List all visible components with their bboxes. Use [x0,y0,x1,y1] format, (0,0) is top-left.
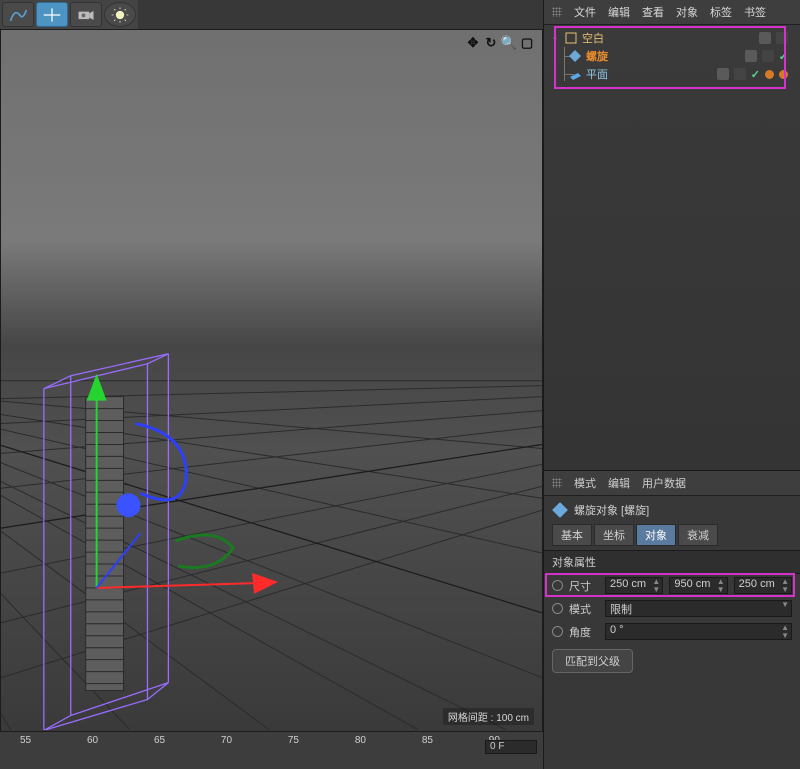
tab-falloff[interactable]: 衰减 [678,524,718,546]
section-object-props: 对象属性 [544,550,800,574]
tag-dot[interactable] [765,70,774,79]
object-manager[interactable]: - 空白 螺旋 [544,25,800,470]
viewport-3d[interactable]: ✥ ↻ 🔍 ▢ 网格间距 : 100 cm [0,29,543,732]
camera-button[interactable] [70,2,102,27]
grip-icon[interactable] [552,7,562,17]
plane-icon [568,67,582,81]
prop-mode-row: 模式 限制▼ [544,597,800,620]
anim-radio[interactable] [552,603,563,614]
viewport-layout-button[interactable] [36,2,68,27]
hierarchy-label: 平面 [586,66,608,82]
vis-dot[interactable] [734,68,746,80]
top-toolbar [0,0,138,30]
vis-dot[interactable] [776,32,788,44]
fit-to-parent-button[interactable]: 匹配到父级 [552,649,633,673]
attribute-manager: 模式 编辑 用户数据 螺旋对象 [螺旋] 基本 坐标 对象 衰减 对象属性 尺寸… [544,470,800,679]
grip-icon[interactable] [552,478,562,488]
tick: 75 [288,735,299,746]
angle-input[interactable]: 0 °▲▼ [605,623,792,640]
am-menu-userdata[interactable]: 用户数据 [642,475,686,491]
om-menu-tags[interactable]: 标签 [710,4,732,20]
tab-object[interactable]: 对象 [636,524,676,546]
current-frame-input[interactable]: 0 F [485,740,537,754]
angle-label: 角度 [569,624,599,640]
om-menu-edit[interactable]: 编辑 [608,4,630,20]
am-menu-mode[interactable]: 模式 [574,475,596,491]
size-x-input[interactable]: 250 cm▲▼ [605,577,663,594]
size-y-input[interactable]: 950 cm▲▼ [669,577,727,594]
hierarchy-item-plane[interactable]: 平面 ✓ [550,65,794,83]
hierarchy-label: 螺旋 [586,48,608,64]
grid-spacing-label: 网格间距 : 100 cm [443,708,534,725]
deformer-icon [568,49,582,63]
layer-dot[interactable] [759,32,771,44]
hierarchy-item-null[interactable]: - 空白 [550,29,794,47]
nav-rotate-icon[interactable]: ↻ [484,36,498,50]
tick: 60 [87,735,98,746]
hierarchy-label: 空白 [582,30,604,46]
nav-frame-icon[interactable]: ▢ [520,36,534,50]
mode-label: 模式 [569,601,599,617]
timeline-ruler[interactable]: 55 60 65 70 75 80 85 90 0 F [0,732,543,769]
object-manager-menu: 文件 编辑 查看 对象 标签 书签 [544,0,800,25]
layer-dot[interactable] [717,68,729,80]
size-label: 尺寸 [569,578,599,594]
tag-dot[interactable] [779,70,788,79]
tab-coord[interactable]: 坐标 [594,524,634,546]
deformer-icon [552,502,568,518]
om-menu-bookmark[interactable]: 书签 [744,4,766,20]
om-menu-file[interactable]: 文件 [574,4,596,20]
enable-check[interactable]: ✓ [779,50,788,63]
layer-dot[interactable] [745,50,757,62]
light-button[interactable] [104,2,136,27]
object-title: 螺旋对象 [螺旋] [574,502,649,518]
tick: 65 [154,735,165,746]
hierarchy-item-helix[interactable]: 螺旋 ✓ [550,47,794,65]
null-icon [564,31,578,45]
tick: 85 [422,735,433,746]
om-menu-object[interactable]: 对象 [676,4,698,20]
tick: 55 [20,735,31,746]
nav-zoom-icon[interactable]: 🔍 [502,36,516,50]
anim-radio[interactable] [552,580,563,591]
am-menu-edit[interactable]: 编辑 [608,475,630,491]
mode-select[interactable]: 限制▼ [605,600,792,617]
collapse-toggle[interactable]: - [550,32,560,44]
tick: 80 [355,735,366,746]
prop-size-row: 尺寸 250 cm▲▼ 950 cm▲▼ 250 cm▲▼ [544,574,800,597]
attribute-tabs: 基本 坐标 对象 衰减 [544,524,800,550]
size-z-input[interactable]: 250 cm▲▼ [734,577,792,594]
om-menu-view[interactable]: 查看 [642,4,664,20]
vis-dot[interactable] [762,50,774,62]
tick: 70 [221,735,232,746]
anim-radio[interactable] [552,626,563,637]
enable-check[interactable]: ✓ [751,68,760,81]
spline-tool[interactable] [2,2,34,27]
nav-move-icon[interactable]: ✥ [466,36,480,50]
viewport-nav: ✥ ↻ 🔍 ▢ [466,36,534,50]
tab-basic[interactable]: 基本 [552,524,592,546]
prop-angle-row: 角度 0 °▲▼ [544,620,800,643]
